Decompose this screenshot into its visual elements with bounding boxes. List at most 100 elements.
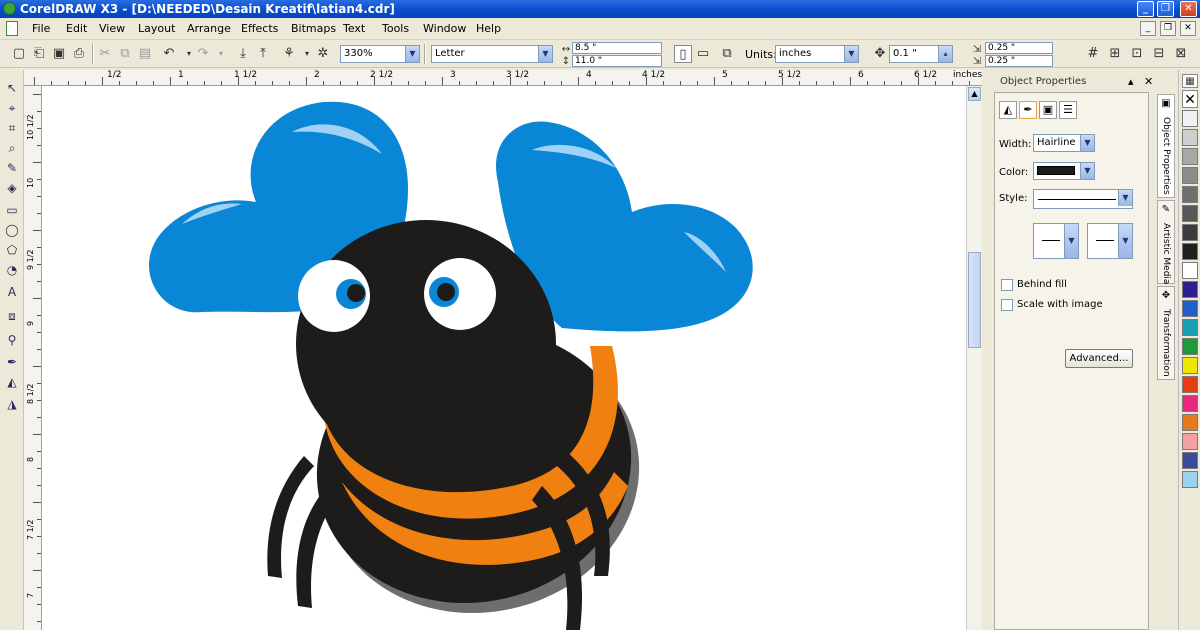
end-arrow-select[interactable]: ▼ <box>1087 223 1133 259</box>
menu-text[interactable]: Text <box>343 22 365 35</box>
outline-color-picker[interactable]: ▼ <box>1033 162 1095 180</box>
color-swatch[interactable] <box>1182 471 1198 488</box>
redo-dropdown-icon[interactable]: ▾ <box>212 45 230 63</box>
color-swatch[interactable] <box>1182 414 1198 431</box>
nudge-distance-input[interactable]: 0.1 " ▴ <box>889 45 953 63</box>
menu-file[interactable]: File <box>32 22 50 35</box>
export-icon[interactable]: ⤒ <box>254 45 272 63</box>
redo-icon[interactable]: ↷ <box>194 45 212 63</box>
coreldraw-app-icon[interactable] <box>3 2 16 15</box>
menu-edit[interactable]: Edit <box>66 22 87 35</box>
all-pages-icon[interactable]: ⧉ <box>718 45 736 63</box>
color-swatch[interactable] <box>1182 300 1198 317</box>
color-swatch[interactable] <box>1182 110 1198 127</box>
polygon-tool-icon[interactable]: ⬠ <box>4 242 20 258</box>
close-button[interactable]: ✕ <box>1180 1 1197 17</box>
horizontal-ruler[interactable]: 1/2 1 1 1/2 2 2 1/2 3 3 1/2 4 4 1/2 5 5 … <box>24 70 982 86</box>
portrait-icon[interactable]: ▯ <box>674 45 692 63</box>
units-select[interactable]: inches ▼ <box>775 45 859 63</box>
fill-tool-icon[interactable]: ◭ <box>4 374 20 390</box>
color-swatch[interactable] <box>1182 224 1198 241</box>
color-swatch[interactable] <box>1182 281 1198 298</box>
menu-help[interactable]: Help <box>476 22 501 35</box>
vertical-scrollbar[interactable]: ▲ <box>966 86 982 630</box>
palette-menu-icon[interactable]: ▦ <box>1182 74 1198 88</box>
bee-illustration[interactable] <box>42 86 966 630</box>
scale-with-image-checkbox[interactable] <box>1001 299 1013 311</box>
menu-arrange[interactable]: Arrange <box>187 22 231 35</box>
color-swatch[interactable] <box>1182 319 1198 336</box>
start-arrow-select[interactable]: ▼ <box>1033 223 1079 259</box>
undo-icon[interactable]: ↶ <box>160 45 178 63</box>
shape-tool-icon[interactable]: ⌖ <box>4 100 20 116</box>
landscape-icon[interactable]: ▭ <box>694 45 712 63</box>
menu-window[interactable]: Window <box>423 22 466 35</box>
doc-close-button[interactable]: ✕ <box>1180 21 1196 36</box>
fill-tab-icon[interactable]: ◭ <box>999 101 1017 119</box>
color-swatch[interactable] <box>1182 395 1198 412</box>
cut-icon[interactable]: ✂ <box>96 45 114 63</box>
outline-tool-icon[interactable]: ✒ <box>4 354 20 370</box>
menu-effects[interactable]: Effects <box>241 22 278 35</box>
menu-bitmaps[interactable]: Bitmaps <box>291 22 336 35</box>
minimize-button[interactable]: _ <box>1137 1 1154 17</box>
paper-type-select[interactable]: Letter ▼ <box>431 45 553 63</box>
welcome-screen-icon[interactable]: ✲ <box>314 45 332 63</box>
restore-button[interactable]: ❐ <box>1157 1 1174 17</box>
snap-to-objects-icon[interactable]: ⊡ <box>1128 45 1146 63</box>
tab-artistic-media[interactable]: ✎ Artistic Media <box>1157 200 1175 284</box>
outline-width-select[interactable]: Hairline ▼ <box>1033 134 1095 152</box>
open-icon[interactable]: ⎗ <box>30 45 48 63</box>
smart-fill-tool-icon[interactable]: ◈ <box>4 180 20 196</box>
document-icon[interactable] <box>6 21 18 36</box>
docker-collapse-icon[interactable]: ▴ <box>1128 75 1134 88</box>
paste-icon[interactable]: ▤ <box>136 45 154 63</box>
page-width-input[interactable]: 8.5 " <box>572 42 662 54</box>
page-height-input[interactable]: 11.0 " <box>572 55 662 67</box>
options-icon[interactable]: ⊠ <box>1172 45 1190 63</box>
zoom-tool-icon[interactable]: ⌕ <box>4 140 20 156</box>
interactive-fill-tool-icon[interactable]: ◮ <box>4 396 20 412</box>
color-swatch[interactable] <box>1182 129 1198 146</box>
dynamic-guides-icon[interactable]: ⊟ <box>1150 45 1168 63</box>
color-swatch[interactable] <box>1182 262 1198 279</box>
scroll-thumb[interactable] <box>968 252 981 348</box>
color-swatch[interactable] <box>1182 205 1198 222</box>
print-icon[interactable]: ⎙ <box>70 45 88 63</box>
duplicate-distance-x-input[interactable]: 0.25 " <box>985 42 1053 54</box>
menu-layout[interactable]: Layout <box>138 22 175 35</box>
doc-minimize-button[interactable]: _ <box>1140 21 1156 36</box>
interactive-blend-tool-icon[interactable]: ⧈ <box>4 308 20 324</box>
zoom-level-select[interactable]: 330% ▼ <box>340 45 420 63</box>
scroll-up-icon[interactable]: ▲ <box>968 87 981 101</box>
color-swatch[interactable] <box>1182 376 1198 393</box>
color-swatch[interactable] <box>1182 148 1198 165</box>
tab-object-properties[interactable]: ▣ Object Properties <box>1157 94 1175 198</box>
vertical-ruler[interactable]: 10 1/2 10 9 1/2 9 8 1/2 8 7 1/2 7 <box>24 86 42 630</box>
color-swatch[interactable] <box>1182 338 1198 355</box>
line-style-select[interactable]: ▼ <box>1033 189 1133 209</box>
general-tab-icon[interactable]: ▣ <box>1039 101 1057 119</box>
rectangle-tool-icon[interactable]: ▭ <box>4 202 20 218</box>
freehand-tool-icon[interactable]: ✎ <box>4 160 20 176</box>
crop-tool-icon[interactable]: ⌗ <box>4 120 20 136</box>
text-tool-icon[interactable]: A <box>4 284 20 300</box>
no-color-swatch[interactable]: ✕ <box>1182 90 1198 108</box>
doc-restore-button[interactable]: ❐ <box>1160 21 1176 36</box>
docker-close-icon[interactable]: ✕ <box>1144 75 1153 88</box>
pick-tool-icon[interactable]: ↖ <box>4 80 20 96</box>
drawing-canvas[interactable] <box>42 86 966 630</box>
detail-tab-icon[interactable]: ☰ <box>1059 101 1077 119</box>
color-swatch[interactable] <box>1182 452 1198 469</box>
tab-transformation[interactable]: ✥ Transformation <box>1157 286 1175 380</box>
color-swatch[interactable] <box>1182 357 1198 374</box>
copy-icon[interactable]: ⧉ <box>116 45 134 63</box>
color-swatch[interactable] <box>1182 186 1198 203</box>
eyedropper-tool-icon[interactable]: ⚲ <box>4 332 20 348</box>
color-swatch[interactable] <box>1182 433 1198 450</box>
snap-to-guidelines-icon[interactable]: ⊞ <box>1106 45 1124 63</box>
menu-tools[interactable]: Tools <box>382 22 409 35</box>
duplicate-distance-y-input[interactable]: 0.25 " <box>985 55 1053 67</box>
import-icon[interactable]: ⤓ <box>234 45 252 63</box>
behind-fill-checkbox[interactable] <box>1001 279 1013 291</box>
